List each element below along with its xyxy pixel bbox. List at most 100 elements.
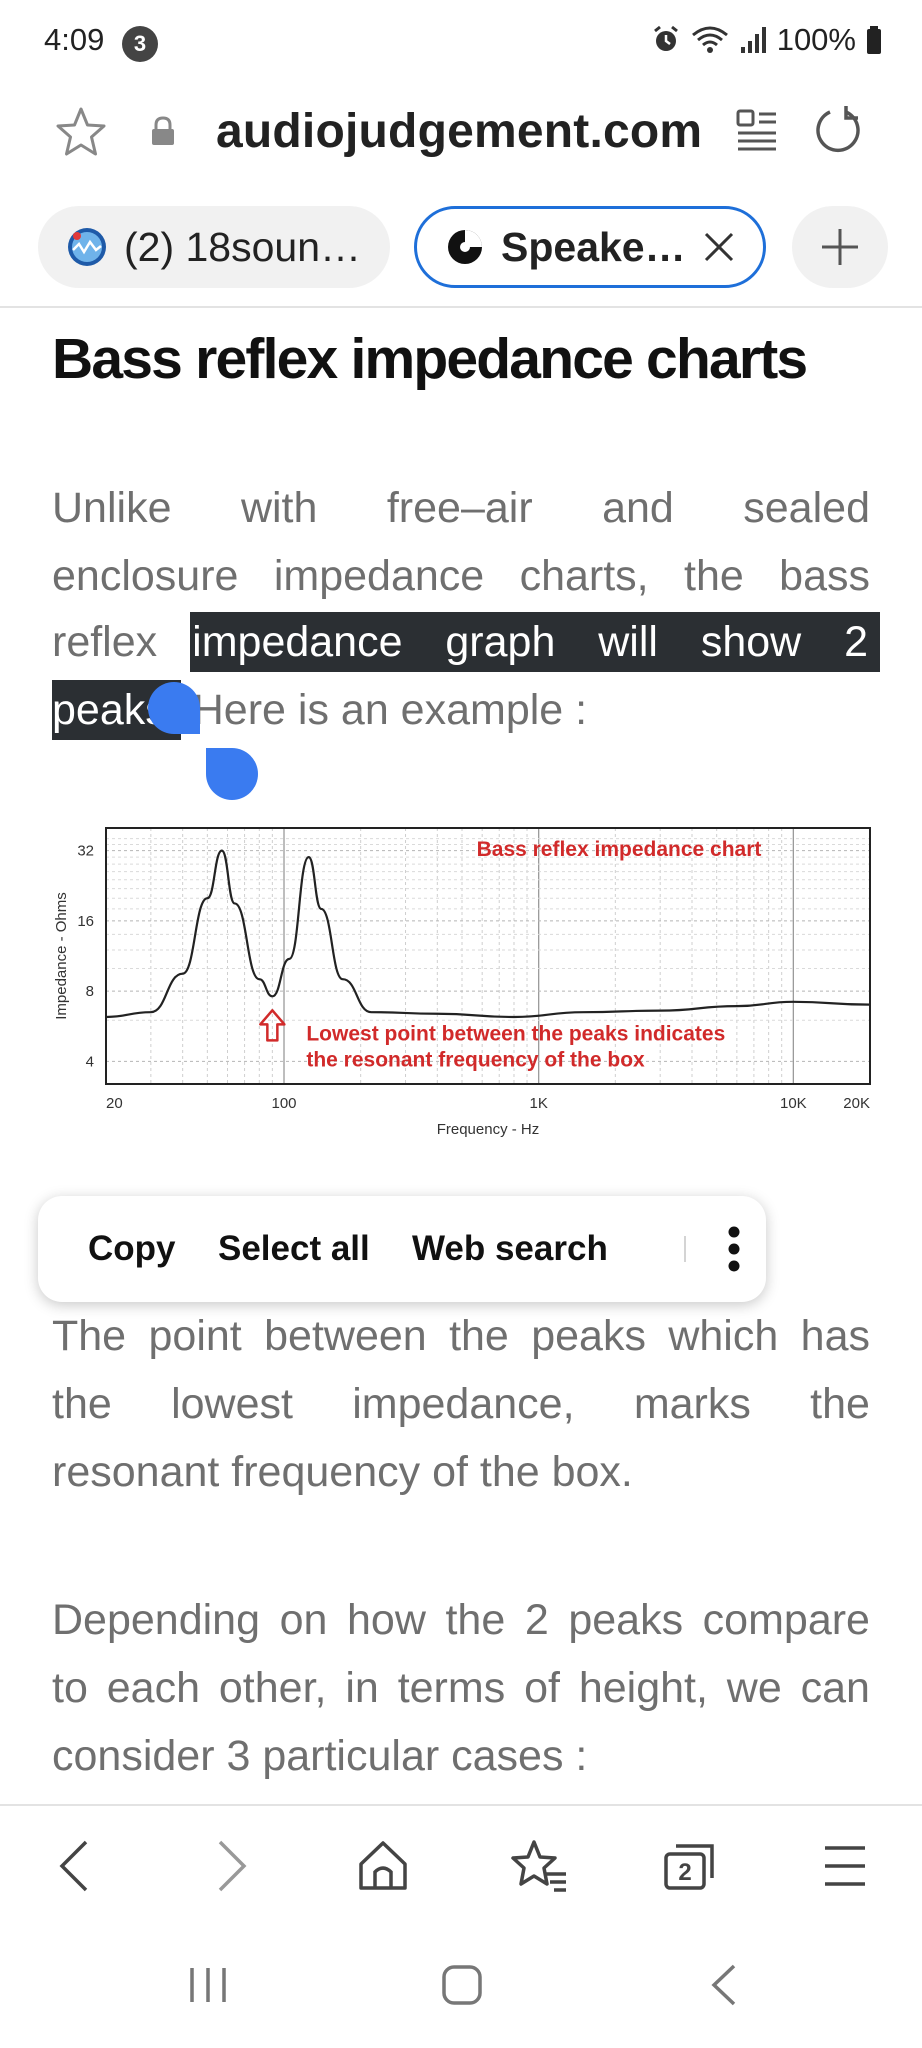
x-tick-label: 20K [843,1095,870,1112]
notification-count-badge: 3 [122,26,158,62]
signal-icon [740,27,766,53]
close-tab-icon[interactable] [701,229,737,265]
plot-area [106,828,870,1084]
word: the [684,552,744,600]
menu-icon[interactable] [822,1838,868,1894]
word: between [264,1312,427,1360]
word: Unlike [52,484,172,532]
battery-percent: 100% [776,22,856,57]
tab-speaker-active[interactable]: Speake… [414,206,766,288]
word: each [106,1664,200,1712]
new-tab-button[interactable] [792,206,888,288]
bookmark-star-icon[interactable] [54,106,108,158]
word: has [800,1312,870,1360]
word: other, [218,1664,327,1712]
tabs-icon[interactable]: 2 [662,1838,718,1894]
recent-apps-icon[interactable] [186,1962,230,2008]
word: sealed [743,484,870,532]
web-search-menu-item[interactable]: Web search [412,1229,608,1269]
chart-title: Bass reflex impedance chart [477,838,762,861]
word: 2 [844,618,868,666]
selection-start-handle[interactable] [148,682,200,734]
impedance-chart-svg: 20 100 1K 10K 20K 4 8 16 32 Frequency - Hz Impedan… [53,827,871,1138]
word: graph [445,618,556,666]
word: terms [397,1664,506,1712]
para3-line3: consider 3 particular cases : [52,1732,588,1780]
para3-line1: Depending on how the 2 peaks compare [52,1590,870,1650]
x-tick-label: 10K [780,1095,807,1112]
impedance-chart: 20 100 1K 10K 20K 4 8 16 32 Frequency - Hz Impedan… [52,820,882,1140]
word: The [52,1312,127,1360]
select-all-menu-item[interactable]: Select all [218,1229,370,1269]
annotation-text: Lowest point between the peaks indicates [306,1022,725,1045]
copy-menu-item[interactable]: Copy [88,1229,176,1269]
selected-text[interactable]: impedance graph will show 2 [190,612,880,672]
word: height, [578,1664,708,1712]
selection-end-handle[interactable] [206,748,258,800]
x-tick-label: 20 [106,1095,123,1112]
system-home-icon[interactable] [440,1962,484,2008]
word: the [810,1380,870,1428]
word: point [148,1312,242,1360]
alarm-icon [653,25,678,51]
word: peaks [531,1312,646,1360]
y-tick-label: 32 [77,843,94,860]
word: lowest [171,1380,293,1428]
tab-18sound[interactable]: (2) 18soun… [38,206,390,288]
word: will [598,618,658,666]
word: can [800,1664,870,1712]
url-text[interactable]: audiojudgement.com [216,104,702,159]
status-bar: 4:09 3 100% [0,0,922,84]
para1-line2: enclosure impedance charts, the bass [52,546,870,606]
reload-icon[interactable] [812,104,864,156]
para1-line1: Unlike with free–air and sealed [52,478,870,538]
site-favicon-icon [448,230,482,264]
para2-line3: resonant frequency of the box. [52,1448,633,1496]
home-icon[interactable] [356,1838,410,1894]
word: impedance [192,618,403,666]
system-back-icon[interactable] [706,1962,742,2008]
word: marks [633,1380,751,1428]
battery-icon [867,26,881,54]
word: with [240,484,318,532]
site-favicon-icon [68,228,106,266]
para1-line3: reflex impedance graph will show 2 [52,612,880,672]
status-time: 4:09 [44,22,105,57]
word: to [52,1664,88,1712]
word: of [524,1664,560,1712]
url-bar: audiojudgement.com [0,94,922,170]
article-title: Bass reflex impedance charts [52,327,808,391]
word: impedance [273,552,485,600]
lock-icon [152,116,174,145]
word: in [345,1664,379,1712]
reader-mode-icon[interactable] [736,108,778,154]
annotation-text: the resonant frequency of the box [306,1048,645,1071]
x-axis-label: Frequency - Hz [437,1121,540,1138]
plus-icon [822,229,858,265]
y-axis-label: Impedance - Ohms [53,892,70,1020]
word: the [449,1312,509,1360]
toolbar-divider [0,306,922,308]
forward-icon[interactable] [214,1838,250,1894]
wifi-icon [691,26,728,53]
word: Depending [52,1596,261,1644]
word: enclosure [52,552,239,600]
more-options-icon[interactable] [726,1224,742,1274]
back-icon[interactable] [56,1838,92,1894]
word: how [347,1596,426,1644]
svg-text:2: 2 [678,1859,691,1886]
system-nav-bar [0,1926,922,2048]
bookmarks-icon[interactable] [510,1838,570,1894]
x-tick-label: 100 [271,1095,296,1112]
word: compare [702,1596,870,1644]
word: on [279,1596,328,1644]
word: show [700,618,802,666]
para-text: reflex [52,618,158,666]
tab-label: (2) 18soun… [124,223,362,270]
word: which [668,1312,779,1360]
x-tick-label: 1K [529,1095,547,1112]
browser-bottom-nav: 2 [0,1806,922,1926]
word: peaks [568,1596,684,1644]
tab-strip: (2) 18soun… Speake… [0,206,922,296]
word: bass [779,552,870,600]
